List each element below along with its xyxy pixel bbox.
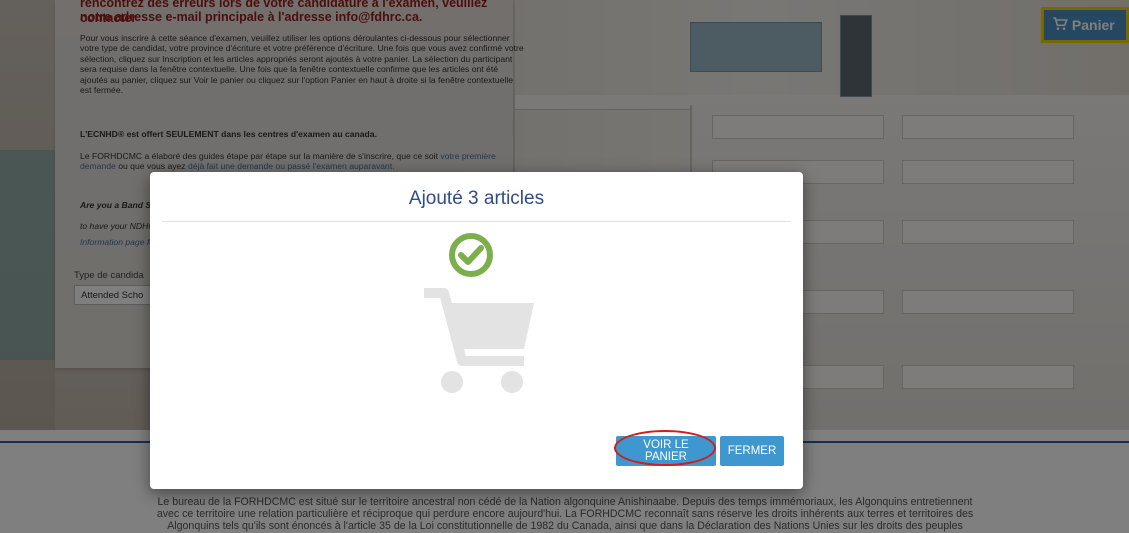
modal-divider [162,221,791,222]
shopping-cart-icon [424,288,534,393]
modal-title: Ajouté 3 articles [408,188,545,209]
added-to-cart-modal: Ajouté 3 articles VOIR LE PANIER FERMER [150,172,803,489]
page: rencontrez des erreurs lors de votre can… [0,0,1129,533]
view-cart-button[interactable]: VOIR LE PANIER [616,436,716,466]
check-circle-icon [449,233,493,277]
close-button[interactable]: FERMER [720,436,784,466]
